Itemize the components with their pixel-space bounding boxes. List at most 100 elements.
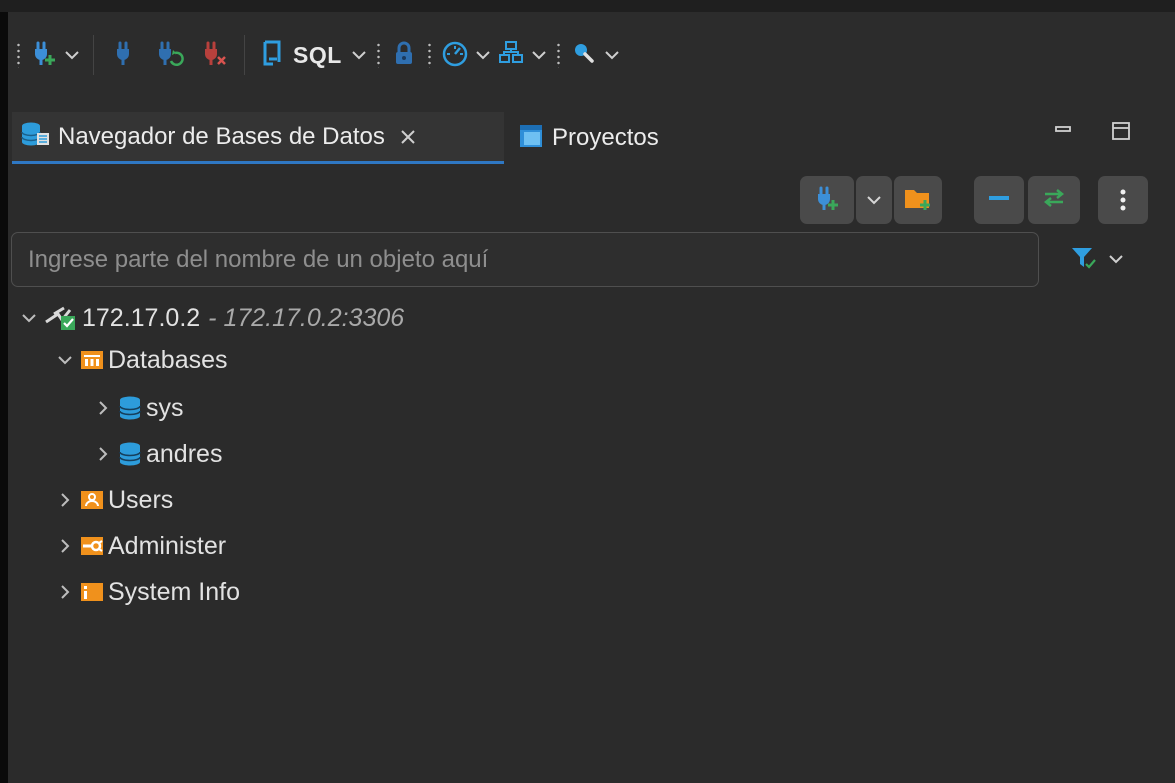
expand-toggle[interactable]: [54, 581, 76, 603]
chevron-down-icon: [65, 51, 79, 60]
transaction-lock-button[interactable]: [387, 35, 421, 75]
database-label: andres: [146, 439, 223, 468]
expand-toggle[interactable]: [54, 489, 76, 511]
minimize-view-button[interactable]: [1050, 118, 1076, 144]
users-label: Users: [108, 485, 174, 514]
close-tab-button[interactable]: [399, 128, 417, 146]
chevron-down-icon: [22, 314, 36, 323]
database-tasks-icon: [497, 39, 525, 72]
link-with-editor-button[interactable]: [1028, 176, 1080, 224]
database-tasks-button[interactable]: [494, 35, 528, 75]
lock-icon: [393, 39, 415, 72]
toolbar-grip[interactable]: [556, 42, 560, 68]
window-left-edge: [0, 12, 8, 783]
new-connection-dropdown[interactable]: [61, 43, 83, 67]
more-vertical-icon: [1120, 189, 1126, 211]
database-icon: [118, 442, 142, 466]
collapse-all-button[interactable]: [974, 176, 1024, 224]
invalidate-reconnect-icon: [154, 39, 184, 72]
database-label: sys: [146, 393, 184, 422]
chevron-right-icon: [61, 493, 70, 507]
administer-folder-icon: [80, 535, 104, 557]
tab-database-navigator[interactable]: Navegador de Bases de Datos: [12, 112, 504, 164]
search-button[interactable]: [567, 35, 601, 75]
chevron-right-icon: [61, 539, 70, 553]
chevron-down-icon: [867, 196, 881, 205]
new-connection-icon: [30, 39, 58, 72]
toolbar-grip[interactable]: [17, 42, 20, 68]
collapse-all-icon: [985, 188, 1013, 213]
databases-folder-icon: [80, 349, 104, 371]
chevron-down-icon: [352, 51, 366, 60]
expand-toggle[interactable]: [54, 535, 76, 557]
expand-toggle[interactable]: [92, 397, 114, 419]
expand-toggle[interactable]: [92, 443, 114, 465]
view-menu-button[interactable]: [1098, 176, 1148, 224]
maximize-icon: [1112, 122, 1130, 140]
sql-editor-button[interactable]: [255, 35, 289, 75]
tree-node-system-info[interactable]: System Info: [54, 572, 240, 612]
database-icon: [118, 396, 142, 420]
databases-label: Databases: [108, 345, 228, 374]
connection-label: 172.17.0.2: [82, 303, 201, 332]
chevron-right-icon: [99, 447, 108, 461]
tab-projects[interactable]: Proyectos: [512, 112, 659, 164]
invalidate-reconnect-button[interactable]: [144, 35, 194, 75]
tree-node-database-sys[interactable]: sys: [92, 388, 184, 428]
object-filter-input[interactable]: [11, 232, 1039, 287]
database-navigator-icon: [20, 121, 50, 152]
tree-node-users[interactable]: Users: [54, 480, 173, 520]
connected-database-icon: [44, 304, 78, 332]
filter-icon: [1070, 245, 1098, 276]
tab-label: Proyectos: [552, 124, 659, 151]
chevron-right-icon: [99, 401, 108, 415]
toolbar-grip[interactable]: [376, 42, 380, 68]
chevron-down-icon: [58, 356, 72, 365]
chevron-down-icon: [1109, 255, 1123, 264]
tab-label: Navegador de Bases de Datos: [58, 122, 385, 150]
navigator-toolbar: [8, 170, 1175, 228]
chevron-down-icon: [476, 51, 490, 60]
new-folder-button[interactable]: [894, 176, 942, 224]
users-folder-icon: [80, 489, 104, 511]
dashboard-icon: [441, 39, 469, 72]
projects-icon: [518, 123, 544, 154]
search-icon: [571, 40, 597, 71]
system-info-label: System Info: [108, 577, 240, 606]
chevron-right-icon: [61, 585, 70, 599]
disconnect-icon: [200, 39, 228, 72]
database-tasks-dropdown[interactable]: [528, 43, 550, 67]
expand-toggle[interactable]: [18, 307, 40, 329]
tree-node-databases[interactable]: Databases: [54, 340, 228, 380]
filter-settings-button[interactable]: [1070, 240, 1124, 280]
connect-button[interactable]: [104, 35, 144, 75]
link-with-editor-icon: [1039, 185, 1069, 216]
search-dropdown[interactable]: [601, 43, 623, 67]
toolbar-grip[interactable]: [427, 42, 431, 68]
sql-dropdown[interactable]: [348, 43, 370, 67]
tree-node-connection[interactable]: 172.17.0.2 - 172.17.0.2:3306: [18, 298, 404, 338]
new-connection-dropdown[interactable]: [856, 176, 892, 224]
toolbar-separator: [93, 35, 94, 75]
connection-address: - 172.17.0.2:3306: [208, 303, 405, 332]
view-tab-bar: Navegador de Bases de Datos Proyectos: [8, 98, 1175, 170]
dashboard-dropdown[interactable]: [472, 43, 494, 67]
new-connection-button[interactable]: [800, 176, 854, 224]
sql-button-label[interactable]: SQL: [293, 42, 342, 69]
window-title-strip: [0, 0, 1175, 12]
new-connection-button[interactable]: [27, 35, 61, 75]
chevron-down-icon: [532, 51, 546, 60]
administer-label: Administer: [108, 531, 227, 560]
new-connection-icon: [813, 184, 841, 217]
filter-dropdown[interactable]: [1108, 251, 1124, 269]
expand-toggle[interactable]: [54, 349, 76, 371]
tree-node-database-andres[interactable]: andres: [92, 434, 222, 474]
system-info-folder-icon: [80, 581, 104, 603]
minimize-icon: [1055, 126, 1071, 132]
dashboard-button[interactable]: [438, 35, 472, 75]
disconnect-button[interactable]: [194, 35, 234, 75]
tree-node-administer[interactable]: Administer: [54, 526, 226, 566]
maximize-view-button[interactable]: [1108, 118, 1134, 144]
chevron-down-icon: [605, 51, 619, 60]
main-toolbar: SQL: [8, 12, 1175, 98]
